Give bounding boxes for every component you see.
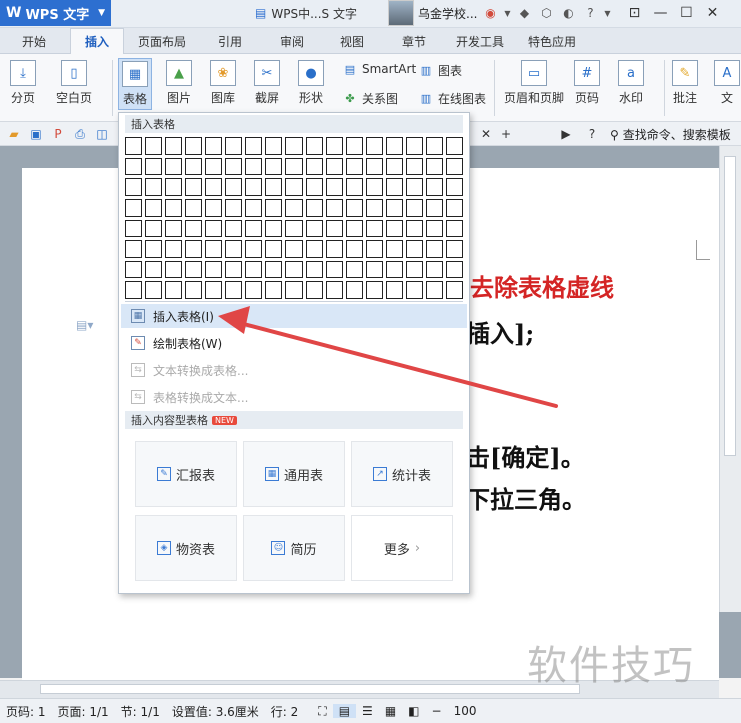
horizontal-scroll-thumb[interactable] — [40, 684, 580, 694]
watermark-text: 软件技巧 — [527, 643, 695, 689]
annotation-arrow — [218, 306, 558, 408]
web-view-icon[interactable]: ▦ — [379, 704, 402, 718]
outline-view-icon[interactable]: ☰ — [356, 704, 379, 718]
status-row: 行: 2 — [270, 704, 299, 719]
zoom-out-icon[interactable]: − — [426, 704, 448, 718]
focus-mode-icon[interactable]: ⛶ — [312, 704, 332, 719]
status-bar: 页码: 1 页面: 1/1 节: 1/1 设置值: 3.6厘米 行: 2 ⛶ ▤… — [0, 698, 741, 723]
zoom-level[interactable]: 100 — [448, 704, 483, 718]
page-view-icon[interactable]: ▤ — [332, 704, 357, 718]
status-page: 页面: 1/1 — [57, 704, 109, 719]
status-setting: 设置值: 3.6厘米 — [171, 704, 259, 719]
status-section: 节: 1/1 — [120, 704, 160, 719]
status-page-number: 页码: 1 — [6, 704, 46, 719]
reading-view-icon[interactable]: ◧ — [402, 704, 425, 718]
